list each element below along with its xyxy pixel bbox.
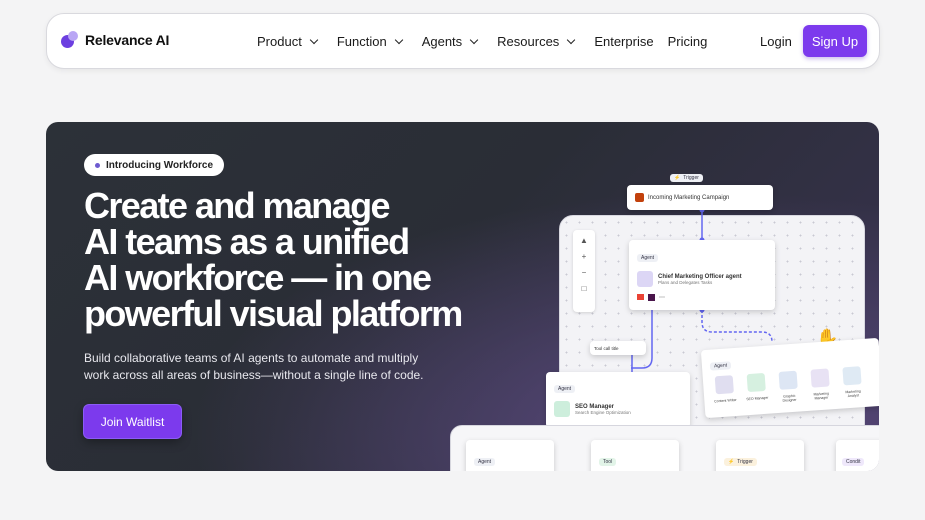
tool-tag: Tool [599, 458, 617, 466]
agent-avatar [842, 366, 862, 386]
headline-line: AI teams as a unified [84, 221, 410, 262]
palette-agent[interactable]: Agent [466, 440, 554, 471]
menu-item-label: Pricing [667, 33, 708, 49]
menu-item-pricing[interactable]: Pricing [668, 34, 708, 49]
team-member: Marketing Analyst [838, 366, 866, 399]
announcement-pill[interactable]: Introducing Workforce [84, 154, 225, 176]
hero-banner: Introducing Workforce Create and manage … [46, 122, 879, 471]
pill-label: Introducing Workforce [106, 159, 214, 171]
palette-tag-label: Tool [603, 459, 613, 465]
headline-line: powerful visual platform [84, 293, 463, 334]
team-member: SEO Manager [743, 372, 771, 406]
menu-item-label: Enterprise [594, 33, 654, 49]
team-member: Marketing Manager [806, 368, 834, 401]
trigger-card-title: Incoming Marketing Campaign [648, 194, 730, 201]
palette-tool[interactable]: Tool [591, 440, 679, 471]
agent-avatar [554, 401, 570, 417]
team-member: Graphic Designer [775, 370, 803, 403]
agent-tag-label: Agent [558, 386, 572, 392]
condition-tag: Condit [842, 458, 865, 466]
menu-item-product[interactable]: Product [257, 34, 323, 49]
campaign-icon [635, 193, 644, 202]
menu-item-label: Product [257, 33, 302, 49]
agent-avatar [810, 368, 830, 388]
tool-call-label: Tool call title [594, 345, 619, 351]
menu-item-label: Agents [421, 33, 463, 49]
agent-avatar [778, 370, 798, 390]
palette-tag-label: Trigger [737, 459, 753, 465]
main-menu: Product Function Agents Resources Enterp… [257, 14, 721, 68]
chevron-down-icon [469, 35, 479, 44]
slack-icon [648, 294, 655, 301]
trigger-tag: ⚡ Trigger [670, 174, 703, 182]
agent-tag: Agent [554, 385, 576, 393]
seo-agent-card[interactable]: Agent SEO Manager Search Engine Optimiza… [546, 372, 690, 428]
logo[interactable]: Relevance AI [61, 31, 169, 49]
dot-icon [95, 163, 100, 168]
menu-item-enterprise[interactable]: Enterprise [594, 34, 653, 49]
gmail-icon [637, 294, 644, 300]
menu-item-function[interactable]: Function [337, 34, 408, 49]
palette-condition[interactable]: Condit [836, 440, 879, 471]
tool-call-node[interactable]: Tool call title [590, 341, 646, 355]
agent-tag: Agent [474, 458, 496, 466]
trigger-card[interactable]: Incoming Marketing Campaign [627, 185, 773, 210]
agent-avatar [746, 372, 766, 393]
team-member-label: Marketing Manager [813, 391, 829, 401]
chevron-down-icon [567, 35, 576, 44]
team-member-label: SEO Manager [746, 395, 769, 402]
trigger-tag: ⚡ Trigger [724, 458, 757, 466]
lightning-icon: ⚡ [674, 175, 681, 181]
hero-headline: Create and manage AI teams as a unified … [84, 188, 464, 332]
palette-tag-label: Agent [478, 459, 492, 465]
cmo-subtitle: Plans and Delegates Tasks [658, 279, 713, 285]
join-waitlist-button[interactable]: Join Waitlist [84, 405, 181, 438]
agent-tag: Agent [709, 361, 732, 371]
team-member-label: Graphic Designer [782, 393, 797, 403]
top-navbar: Relevance AI Product Function Agents Res… [46, 13, 880, 69]
agent-tag-label: Agent [641, 255, 655, 261]
agent-avatar [637, 271, 653, 287]
menu-item-label: Resources [497, 33, 560, 49]
chevron-down-icon [394, 35, 403, 44]
team-member-label: Marketing Analyst [845, 389, 861, 399]
palette-tag-label: Condit [846, 459, 861, 465]
lightning-icon: ⚡ [728, 459, 735, 465]
menu-item-agents[interactable]: Agents [422, 34, 483, 49]
agent-tag-label: Agent [713, 362, 728, 370]
hero-subtext: Build collaborative teams of AI agents t… [84, 351, 424, 382]
seo-subtitle: Search Engine Optimization [575, 409, 631, 415]
workflow-illustration: ▲ + − □ ⚡ Trigger Incoming Marketing Camp… [446, 122, 879, 471]
signup-button[interactable]: Sign Up [803, 25, 867, 57]
agent-team-card[interactable]: Agent Content Writer SEO Manager Graphic… [700, 337, 879, 419]
login-link[interactable]: Login [760, 34, 792, 49]
team-member: Content Writer [711, 375, 739, 408]
agent-avatar [714, 375, 734, 395]
logo-mark-icon [61, 31, 79, 49]
agent-tag: Agent [637, 254, 659, 262]
palette-trigger[interactable]: ⚡ Trigger [716, 440, 804, 471]
team-member-label: Content Writer [714, 397, 737, 404]
trigger-tag-label: Trigger [683, 175, 699, 181]
headline-line: Create and manage [84, 185, 391, 226]
menu-item-label: Function [336, 33, 387, 49]
cmo-title: Chief Marketing Officer agent [658, 273, 742, 280]
more-icon: ⋯ [659, 295, 665, 301]
cmo-agent-card[interactable]: Agent Chief Marketing Officer agent Plan… [629, 240, 775, 310]
menu-item-resources[interactable]: Resources [497, 34, 580, 49]
headline-line: AI workforce — in one [84, 257, 432, 298]
logo-text: Relevance AI [85, 32, 170, 48]
chevron-down-icon [309, 35, 319, 44]
